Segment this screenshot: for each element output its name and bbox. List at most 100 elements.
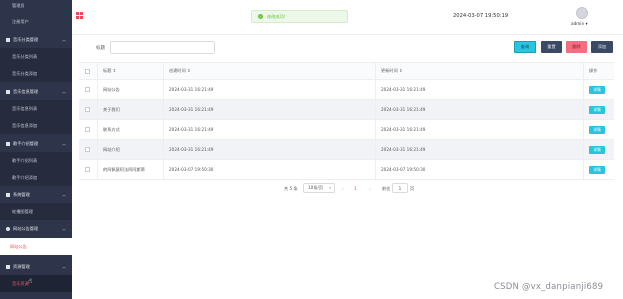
sidebar-item-label: 网站公告 [10,243,27,249]
detail-button[interactable]: 详情 [589,105,605,114]
csdn-watermark: CSDN @vx_danpianji689 [494,282,604,292]
cell-title: 网站公告 [103,86,120,92]
sidebar-item-music-category-list[interactable]: 音乐分类列表 [0,48,72,65]
grid-icon [6,89,10,94]
top-header: ✓ 修改成功! 2024-03-07 19:50:19 admin ▾ [72,0,623,35]
column-header-actions: 操作 [589,68,598,73]
sidebar-item-singer-add[interactable]: 歌手介绍添加 [0,169,72,186]
current-datetime: 2024-03-07 19:50:19 [453,13,509,19]
row-checkbox[interactable] [85,160,90,179]
table-row: 联系方式 2024-03-31 16:21:49 2024-03-31 16:2… [79,120,614,140]
row-checkbox[interactable] [85,80,90,99]
sidebar-item-singer-list[interactable]: 歌手介绍列表 [0,152,72,169]
reset-button[interactable]: 重置 [541,41,562,53]
table-header-row: 标题 ⇕ 创建时间 ⇕ 更新时间 ⇕ 操作 [79,62,614,80]
sidebar-item-music-resource[interactable]: 音乐资源 [0,275,72,292]
sidebar-item-label: 音乐信息添加 [12,122,38,128]
prev-page-button[interactable]: ‹ [342,186,344,191]
row-checkbox[interactable] [85,140,90,159]
sidebar-item-label: 轮播图管理 [12,208,33,214]
sidebar-item-announcement[interactable]: 网站公告 [0,238,72,255]
column-header-created[interactable]: 创建时间 ⇕ [169,63,191,79]
cell-title: 关于我们 [103,106,120,112]
cell-title: 的阿佩瑟阿法阿阿斯蒂 [103,166,145,172]
grid-icon [6,141,10,146]
sidebar-group-system[interactable]: 系统管理 ︿ [0,186,72,203]
sidebar-item-carousel[interactable]: 轮播图管理 [0,203,72,220]
sidebar-group-singer[interactable]: 歌手介绍管理 ︿ [0,135,72,152]
table-row: 网站公告 2024-03-31 16:21:49 2024-03-31 16:2… [79,80,614,100]
sidebar-group-label: 音乐分类管理 [13,36,39,42]
page-number-current[interactable]: 1 [354,186,357,191]
sidebar-item-admin[interactable]: 管理员 [0,0,72,14]
cell-updated: 2024-03-31 16:21:49 [381,147,426,152]
menu-toggle-icon[interactable] [76,12,83,19]
next-page-button[interactable]: › [369,186,371,191]
sidebar-item-label: 管理员 [12,2,25,8]
detail-button[interactable]: 详情 [589,85,605,94]
row-checkbox[interactable] [85,100,90,119]
bar-chart-icon [6,192,10,197]
sidebar-item-label: 音乐信息列表 [12,105,38,111]
sidebar-item-music-category-add[interactable]: 音乐分类添加 [0,65,72,82]
table-row: 的阿佩瑟阿法阿阿斯蒂 2024-03-07 19:50:30 2024-03-0… [79,160,614,180]
add-button[interactable]: 添加 [591,41,613,53]
query-button[interactable]: 查询 [514,41,536,53]
pagination-total: 共 5 条 [284,186,298,191]
page-size-value: 10条/页 [308,185,324,190]
search-title-label: 标题 [96,46,105,51]
cell-created: 2024-03-31 16:21:49 [169,147,214,152]
toast-message: 修改成功! [267,13,286,19]
column-header-updated[interactable]: 更新时间 ⇕ [381,63,403,79]
cell-title: 网站介绍 [103,146,120,152]
cell-title: 联系方式 [103,126,120,132]
sidebar-item-music-info-add[interactable]: 音乐信息添加 [0,117,72,134]
table-row: 网站介绍 2024-03-31 16:21:49 2024-03-31 16:2… [79,140,614,160]
sidebar-group-label: 资源管理 [13,263,30,269]
delete-button[interactable]: 删除 [566,41,587,53]
sidebar: 管理员 注册用户 音乐分类管理 ︿ 音乐分类列表 音乐分类添加 音乐信息管理 ︿ 音… [0,0,72,299]
sidebar-item-label: 音乐资源 [12,280,29,286]
select-all-checkbox[interactable] [85,63,90,79]
sidebar-group-music-category[interactable]: 音乐分类管理 ︿ [0,31,72,48]
sidebar-item-label: 歌手介绍添加 [12,174,38,180]
goto-label: 前往 [382,186,391,191]
chevron-down-icon: ▾ [329,186,331,190]
grid-icon [6,37,10,42]
cell-created: 2024-03-07 19:50:30 [169,167,214,172]
success-toast: ✓ 修改成功! [251,10,348,23]
sidebar-group-label: 音乐信息管理 [13,88,39,94]
sidebar-group-music-info[interactable]: 音乐信息管理 ︿ [0,83,72,100]
cell-updated: 2024-03-31 16:21:49 [381,127,426,132]
sidebar-group-label: 歌手介绍管理 [13,140,39,146]
detail-button[interactable]: 详情 [589,125,605,134]
row-checkbox[interactable] [85,120,90,139]
avatar[interactable] [576,7,588,19]
check-circle-icon: ✓ [258,14,263,19]
sidebar-item-label: 音乐分类添加 [12,70,38,76]
chevron-up-icon: ︿ [62,225,66,231]
column-header-title[interactable]: 标题 ⇕ [103,63,116,79]
info-icon [6,226,10,231]
chevron-up-icon: ︿ [62,88,66,94]
chevron-up-icon: ︿ [62,140,66,146]
sidebar-item-label: 注册用户 [12,18,29,24]
cell-updated: 2024-03-07 19:50:30 [381,167,426,172]
chevron-up-icon: ︿ [62,191,66,197]
sidebar-item-music-info-list[interactable]: 音乐信息列表 [0,100,72,117]
page-suffix-label: 页 [410,186,415,191]
search-title-input[interactable] [110,41,215,54]
detail-button[interactable]: 详情 [589,165,605,174]
sidebar-group-label: 网站公告管理 [13,225,39,231]
sidebar-item-label: 音乐分类列表 [12,53,38,59]
goto-page-input[interactable]: 1 [392,183,408,193]
page-size-select[interactable]: 10条/页 ▾ [303,183,335,193]
cell-updated: 2024-03-31 16:21:49 [381,107,426,112]
user-menu[interactable]: admin ▾ [571,21,588,26]
table-row: 关于我们 2024-03-31 16:21:49 2024-03-31 16:2… [79,100,614,120]
sidebar-group-announcement[interactable]: 网站公告管理 ︿ [0,220,72,237]
detail-button[interactable]: 详情 [589,145,605,154]
sidebar-item-registered-users[interactable]: 注册用户 [0,13,72,30]
chevron-up-icon: ︿ [62,263,66,269]
sidebar-group-resource[interactable]: 资源管理 ︿ [0,258,72,275]
